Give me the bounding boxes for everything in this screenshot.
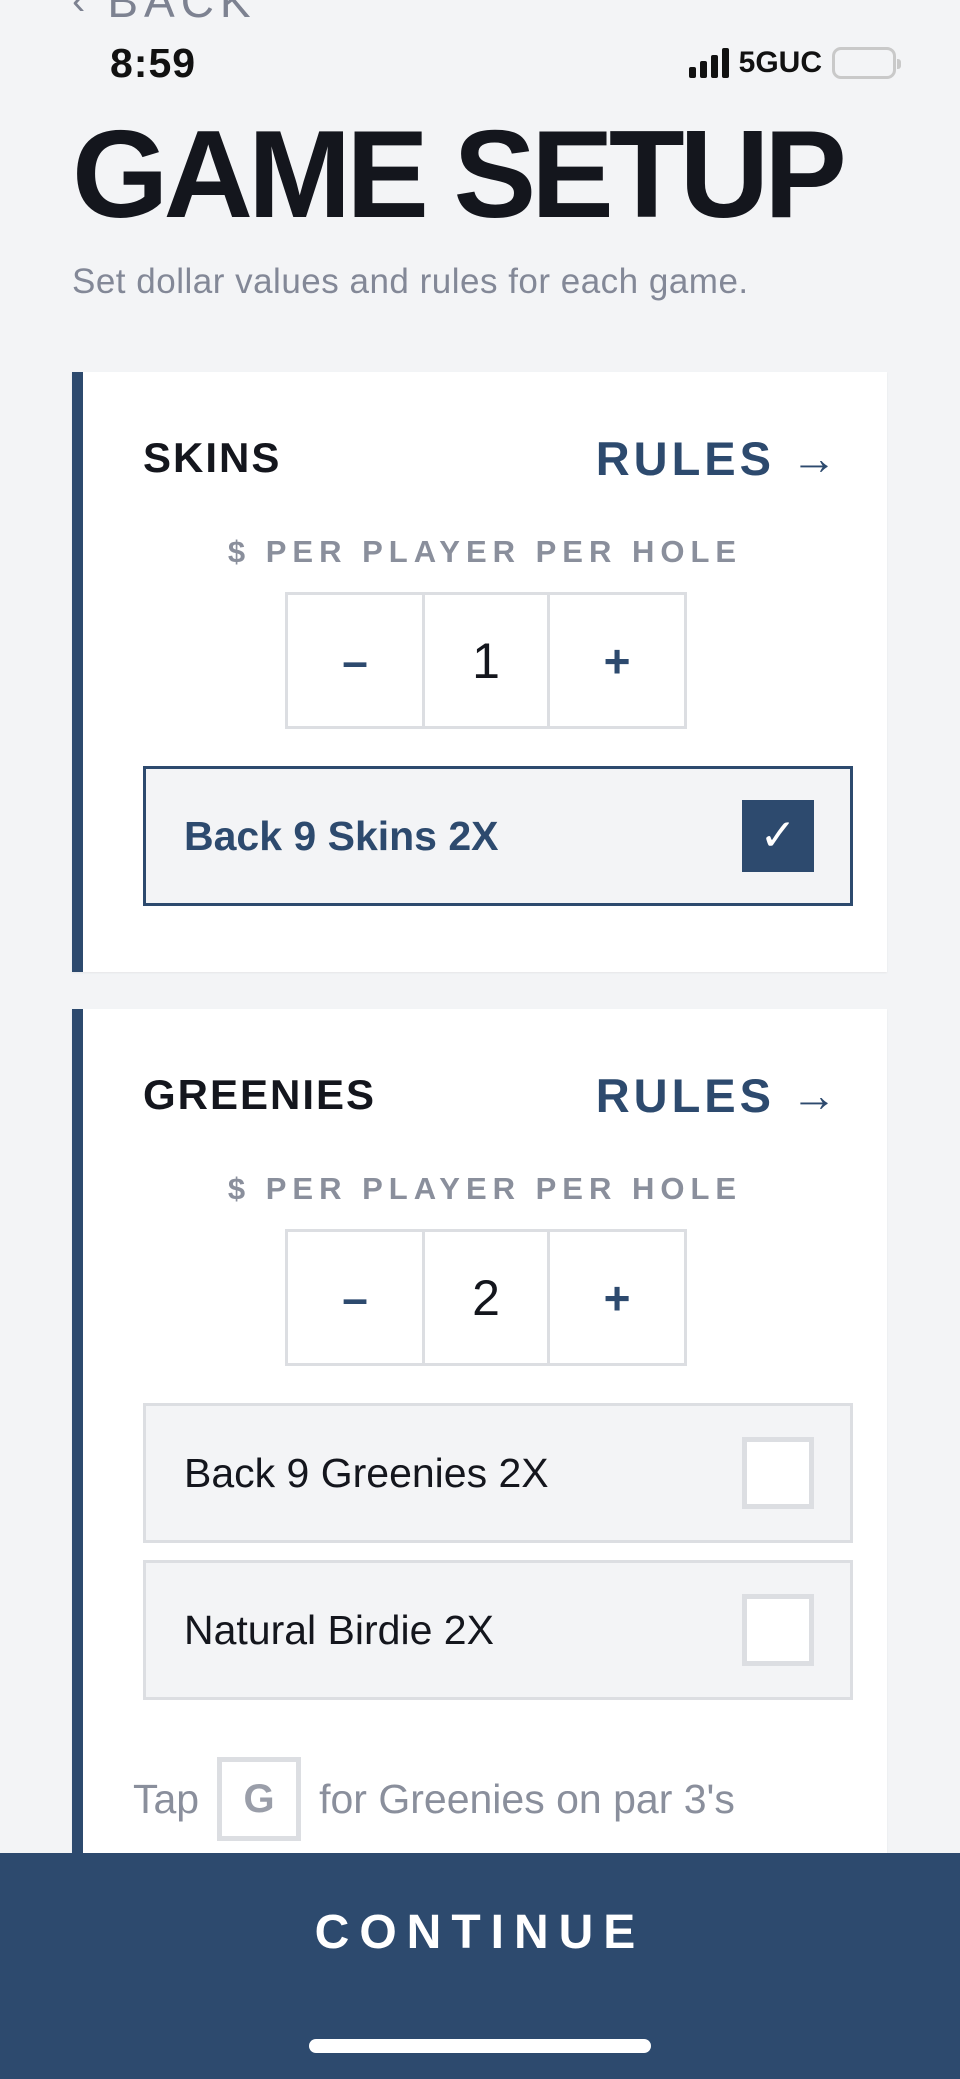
back9-skins-option[interactable]: Back 9 Skins 2X ✓	[143, 766, 853, 906]
greenies-amount-stepper: – 2 +	[285, 1229, 687, 1366]
natural-birdie-option[interactable]: Natural Birdie 2X	[143, 1560, 853, 1700]
skins-title: SKINS	[143, 434, 282, 481]
arrow-right-icon: →	[791, 432, 837, 484]
network-type: 5GUC	[738, 46, 822, 79]
greenies-rules-link[interactable]: RULES →	[596, 1068, 837, 1123]
greenies-increment-button[interactable]: +	[550, 1232, 684, 1363]
back9-skins-checkbox[interactable]: ✓	[742, 800, 814, 872]
greenies-title: GREENIES	[143, 1071, 377, 1118]
greenies-card-header: GREENIES RULES →	[143, 1065, 837, 1125]
hint-prefix: Tap	[133, 1775, 200, 1822]
skins-card-header: SKINS RULES →	[143, 428, 837, 488]
skins-amount-stepper: – 1 +	[285, 592, 687, 729]
status-bar: 8:59 5GUC	[0, 36, 960, 92]
page-subtitle: Set dollar values and rules for each gam…	[72, 262, 749, 301]
back-label: BACK	[107, 0, 257, 27]
skins-amount-label: $ PER PLAYER PER HOLE	[227, 534, 743, 569]
rules-label: RULES	[595, 431, 775, 485]
cellular-signal-icon	[688, 48, 729, 78]
status-time: 8:59	[110, 40, 197, 86]
back9-greenies-checkbox[interactable]	[742, 1437, 814, 1509]
back9-greenies-option[interactable]: Back 9 Greenies 2X	[143, 1403, 853, 1543]
continue-button[interactable]: CONTINUE	[0, 1853, 960, 2079]
continue-label: CONTINUE	[314, 1906, 646, 1959]
rules-label: RULES	[595, 1068, 775, 1122]
skins-rules-link[interactable]: RULES →	[596, 431, 837, 486]
skins-decrement-button[interactable]: –	[288, 595, 422, 726]
home-indicator	[309, 2039, 651, 2053]
natural-birdie-checkbox[interactable]	[742, 1594, 814, 1666]
greenies-amount-value: 2	[422, 1232, 550, 1363]
checkmark-icon: ✓	[759, 811, 797, 860]
arrow-right-icon: →	[791, 1069, 837, 1121]
skins-amount-value: 1	[422, 595, 550, 726]
option-label: Back 9 Greenies 2X	[184, 1449, 549, 1496]
greenie-key-badge: G	[217, 1757, 302, 1841]
hint-suffix: for Greenies on par 3's	[319, 1775, 735, 1822]
back-link[interactable]: ‹ BACK	[72, 0, 257, 28]
status-indicators: 5GUC	[688, 46, 901, 80]
page-title: GAME SETUP	[72, 106, 847, 244]
greenies-decrement-button[interactable]: –	[288, 1232, 422, 1363]
skins-increment-button[interactable]: +	[550, 595, 684, 726]
battery-icon	[832, 47, 901, 79]
option-label: Natural Birdie 2X	[184, 1606, 494, 1653]
greenies-amount-label: $ PER PLAYER PER HOLE	[227, 1171, 743, 1206]
option-label: Back 9 Skins 2X	[184, 812, 499, 859]
game-setup-screen: ‹ BACK 8:59 5GUC GAME SETUP Set dollar v…	[0, 0, 960, 2079]
greenies-hint: Tap G for Greenies on par 3's	[133, 1757, 735, 1841]
chevron-left-icon: ‹	[72, 0, 86, 23]
skins-card: SKINS RULES → $ PER PLAYER PER HOLE – 1 …	[72, 372, 887, 972]
